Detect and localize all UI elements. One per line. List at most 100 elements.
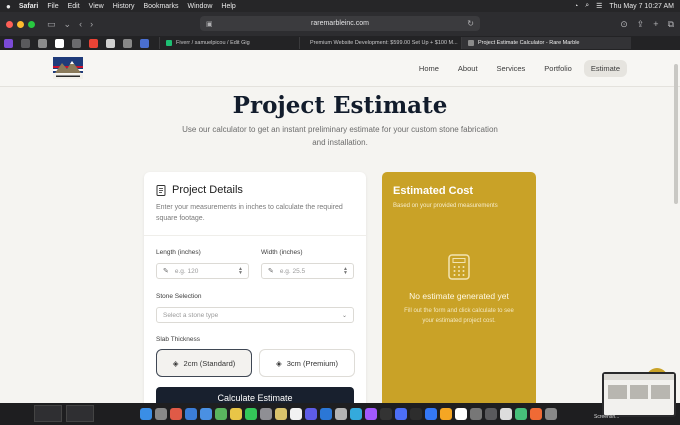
app-icon[interactable] — [530, 408, 542, 420]
pinned-tab-icon[interactable] — [72, 38, 81, 48]
tab-overview-icon[interactable]: ⧉ — [668, 19, 674, 30]
apple-icon[interactable]: ● — [6, 2, 11, 11]
menu-file[interactable]: File — [47, 3, 58, 10]
pinned-tab-icon[interactable] — [21, 38, 30, 48]
app-icon[interactable] — [335, 408, 347, 420]
tab-fiverr[interactable]: Fiverr / samuelpicou / Edit Gig — [159, 37, 297, 49]
stepper-icon[interactable]: ▲ ▼ — [343, 267, 348, 276]
rare-marble-logo[interactable] — [53, 57, 83, 79]
menu-history[interactable]: History — [113, 3, 135, 10]
reload-icon[interactable]: ↻ — [467, 19, 474, 28]
gmail-icon[interactable] — [89, 38, 98, 48]
estimated-cost-card: Estimated Cost Based on your provided me… — [382, 172, 536, 403]
nav-portfolio[interactable]: Portfolio — [537, 60, 579, 77]
app-icon[interactable] — [170, 408, 182, 420]
address-url: raremarbleinc.com — [311, 20, 369, 27]
sidebar-icon[interactable]: ▭ — [47, 19, 56, 30]
app-icon[interactable] — [500, 408, 512, 420]
share-icon[interactable]: ⇪ — [637, 19, 645, 30]
vscode-icon[interactable] — [320, 408, 332, 420]
safari-icon[interactable] — [185, 408, 197, 420]
back-icon[interactable]: ‹ — [79, 19, 82, 29]
app-icon[interactable] — [395, 408, 407, 420]
card-header: Project Details Enter your measurements … — [144, 172, 366, 236]
mail-icon[interactable] — [200, 408, 212, 420]
fiverr-icon — [166, 40, 172, 46]
calculate-estimate-button[interactable]: Calculate Estimate — [156, 387, 354, 403]
empty-estimate-title: No estimate generated yet — [409, 291, 509, 301]
appletv-icon[interactable] — [380, 408, 392, 420]
photos-icon[interactable] — [230, 408, 242, 420]
macos-dock — [0, 403, 680, 425]
thickness-2cm-button[interactable]: ◈ 2cm (Standard) — [156, 349, 252, 377]
thickness-label: Slab Thickness — [156, 336, 200, 343]
width-input[interactable]: ✎ e.g. 25.5 ▲ ▼ — [261, 263, 354, 279]
finder-icon[interactable] — [140, 408, 152, 420]
settings-icon[interactable] — [470, 408, 482, 420]
notes-icon[interactable] — [275, 408, 287, 420]
menu-window[interactable]: Window — [188, 3, 213, 10]
wifi-icon[interactable]: ◔ — [574, 3, 578, 10]
menu-bookmarks[interactable]: Bookmarks — [143, 3, 178, 10]
zoom-window-button[interactable] — [28, 20, 35, 28]
pinned-tab-icon[interactable] — [123, 38, 132, 48]
stone-label: Stone Selection — [156, 293, 202, 300]
menu-help[interactable]: Help — [221, 3, 235, 10]
trash-icon[interactable] — [545, 408, 557, 420]
pinned-tab-icon[interactable] — [4, 38, 13, 48]
app-icon[interactable] — [305, 408, 317, 420]
layers-icon: ◈ — [275, 358, 282, 368]
nav-about[interactable]: About — [451, 60, 485, 77]
thickness-3cm-button[interactable]: ◈ 3cm (Premium) — [259, 349, 355, 377]
app-icon[interactable] — [515, 408, 527, 420]
minimized-window[interactable] — [34, 405, 62, 422]
app-icon[interactable] — [455, 408, 467, 420]
page-settings-icon[interactable]: ▣ — [206, 20, 213, 28]
pinned-tab-icon[interactable] — [106, 38, 115, 48]
pinned-tab-icon[interactable] — [38, 38, 47, 48]
menu-view[interactable]: View — [89, 3, 104, 10]
facetime-icon[interactable] — [245, 408, 257, 420]
preview-image — [651, 385, 671, 399]
tab-estimate-calculator[interactable]: Project Estimate Calculator - Rare Marbl… — [461, 37, 631, 49]
pinned-tab-icon[interactable] — [55, 38, 64, 48]
podcasts-icon[interactable] — [365, 408, 377, 420]
menu-app-name[interactable]: Safari — [19, 3, 38, 10]
preview-image — [629, 385, 649, 399]
chevron-down-icon[interactable]: ⌄ — [64, 19, 72, 30]
new-tab-icon[interactable]: + — [653, 19, 658, 30]
pinned-tab-icon[interactable] — [140, 38, 149, 48]
downloads-icon[interactable]: ⊙ — [620, 19, 628, 30]
layers-icon: ◈ — [172, 358, 179, 368]
address-bar[interactable]: ▣ raremarbleinc.com ↻ — [200, 16, 480, 31]
tab-premium-website[interactable]: Premium Website Development: $599.00 Set… — [299, 37, 459, 49]
app-icon[interactable] — [485, 408, 497, 420]
minimized-window[interactable] — [66, 405, 94, 422]
nav-home[interactable]: Home — [412, 60, 446, 77]
app-store-icon[interactable] — [425, 408, 437, 420]
search-icon[interactable]: ⌕ — [585, 2, 589, 10]
dock-apps — [140, 405, 557, 423]
chevron-down-icon: ⌄ — [341, 312, 347, 319]
page-scrollbar[interactable] — [674, 64, 678, 204]
minimize-window-button[interactable] — [17, 20, 24, 28]
maps-icon[interactable] — [215, 408, 227, 420]
screenshot-preview[interactable] — [602, 372, 676, 417]
launchpad-icon[interactable] — [155, 408, 167, 420]
length-input[interactable]: ✎ e.g. 120 ▲ ▼ — [156, 263, 249, 279]
help-icon[interactable] — [410, 408, 422, 420]
web-content: Home About Services Portfolio Estimate P… — [0, 50, 680, 403]
menubar-datetime[interactable]: Thu May 7 10:27 AM — [609, 3, 674, 10]
forward-icon[interactable]: › — [90, 19, 93, 29]
nav-estimate[interactable]: Estimate — [583, 60, 627, 77]
app-icon[interactable] — [350, 408, 362, 420]
app-icon[interactable] — [440, 408, 452, 420]
close-window-button[interactable] — [6, 20, 13, 28]
stepper-icon[interactable]: ▲ ▼ — [238, 267, 243, 276]
stone-select[interactable]: Select a stone type ⌄ — [156, 307, 354, 323]
nav-services[interactable]: Services — [490, 60, 533, 77]
menu-edit[interactable]: Edit — [68, 3, 80, 10]
reminders-icon[interactable] — [290, 408, 302, 420]
control-center-icon[interactable]: ☰ — [596, 2, 602, 10]
calendar-icon[interactable] — [260, 408, 272, 420]
